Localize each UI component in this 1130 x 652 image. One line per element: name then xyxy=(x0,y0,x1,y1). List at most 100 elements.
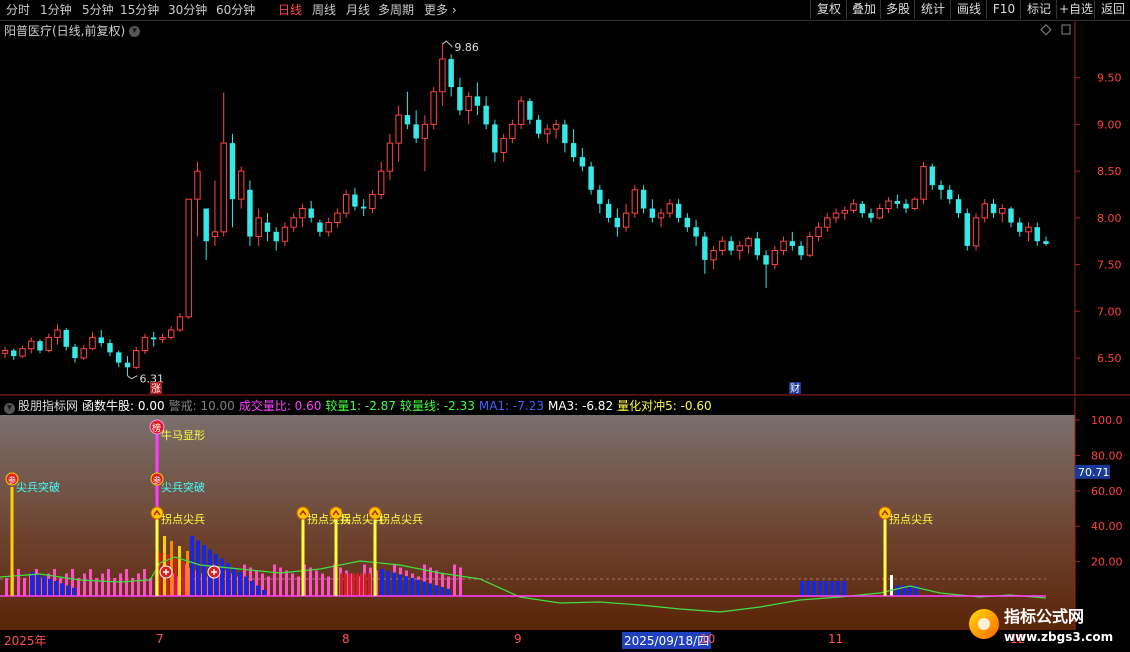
period-tab[interactable]: 周线 xyxy=(312,2,336,18)
signal-label: 尖兵突破 xyxy=(161,480,205,494)
volume-bar xyxy=(279,567,282,596)
indicator-value: 成交量比: 0.60 xyxy=(238,399,322,413)
candle-body xyxy=(885,200,892,210)
period-tab[interactable]: 30分钟 xyxy=(168,2,207,18)
candle-body xyxy=(255,217,262,238)
period-tab[interactable]: 分时 xyxy=(6,2,30,18)
indicator-name[interactable]: 股朋指标网 xyxy=(18,399,78,413)
volume-bar xyxy=(250,581,254,596)
indicator-tick-label: 60.00 xyxy=(1091,485,1123,498)
candle-body xyxy=(107,343,113,353)
chevron-right-icon: › xyxy=(448,3,457,17)
indicator-value: 较量线: -2.33 xyxy=(399,399,475,413)
period-tab[interactable]: 15分钟 xyxy=(120,2,159,18)
candle-body xyxy=(45,336,52,351)
date-label: 11 xyxy=(828,632,844,646)
candle-body xyxy=(185,198,192,318)
volume-bar xyxy=(422,581,426,596)
date-label: 9 xyxy=(514,632,522,646)
toolbar-button[interactable]: +自选 xyxy=(1056,0,1095,19)
toolbar-button[interactable]: 复权 xyxy=(810,0,847,19)
candle-body xyxy=(929,166,935,186)
signal-label: 拐点尖兵 xyxy=(161,512,205,526)
candle-body xyxy=(404,115,411,125)
indicator-tick-label: 40.00 xyxy=(1091,520,1123,533)
volume-bar xyxy=(66,585,70,596)
volume-bar xyxy=(174,558,177,596)
candle-body xyxy=(938,185,944,190)
indicator-header: ▾ 股朋指标网 函数牛股: 0.00 警戒: 10.00 成交量比: 0.60 较量1: … xyxy=(0,397,1075,415)
toolbar-button[interactable]: 统计 xyxy=(914,0,951,19)
signal-bar xyxy=(186,551,189,596)
volume-bar xyxy=(434,585,438,596)
date-cursor-label: 2025/09/18/四 xyxy=(622,632,712,649)
candle-body xyxy=(11,350,17,357)
volume-bar xyxy=(232,567,236,596)
candle-body xyxy=(439,58,446,93)
volume-bar xyxy=(824,581,828,596)
toolbar-button[interactable]: F10 xyxy=(986,0,1021,19)
volume-bar xyxy=(89,569,92,596)
volume-bar xyxy=(54,581,58,596)
volume-bar xyxy=(297,576,300,596)
stock-title-label: 阳普医疗(日线,前复权) xyxy=(4,24,126,38)
candle-body xyxy=(728,241,734,251)
toolbar-button[interactable]: 画线 xyxy=(950,0,987,19)
candle-body xyxy=(911,198,918,210)
volume-bar xyxy=(368,573,371,596)
candle-body xyxy=(176,316,184,331)
candle-body xyxy=(999,208,1006,214)
date-label: 8 xyxy=(342,632,350,646)
volume-bar xyxy=(17,569,20,596)
period-tab[interactable]: 多周期 xyxy=(378,2,414,18)
price-tick-label: 9.00 xyxy=(1097,118,1122,131)
period-tab[interactable]: 月线 xyxy=(346,2,370,18)
volume-bar xyxy=(321,573,324,596)
chevron-down-icon[interactable]: ▾ xyxy=(4,403,15,414)
period-tab[interactable]: 日线 xyxy=(278,2,302,18)
candle-body xyxy=(167,329,175,338)
period-tab[interactable]: 更多 › xyxy=(424,2,457,18)
candle-body xyxy=(457,87,463,111)
watermark-url: www.zbgs3.com xyxy=(1004,630,1113,644)
candle-body xyxy=(859,203,866,214)
candle-body xyxy=(832,212,840,219)
candle-body xyxy=(72,346,78,358)
volume-bar xyxy=(72,587,76,596)
candle-body xyxy=(237,170,245,200)
toolbar-button[interactable]: 标记 xyxy=(1020,0,1057,19)
candle-body xyxy=(474,96,481,106)
toolbar-button[interactable]: 返回 xyxy=(1094,0,1130,19)
candle-body xyxy=(841,209,849,214)
toolbar-button[interactable]: 多股 xyxy=(880,0,915,19)
chevron-down-icon[interactable]: ▾ xyxy=(129,26,141,37)
stock-title[interactable]: 阳普医疗(日线,前复权) ▾ xyxy=(4,22,141,39)
candle-body xyxy=(745,237,752,247)
current-value-label: 70.71 xyxy=(1078,466,1110,479)
volume-bar xyxy=(30,572,34,596)
volume-bar xyxy=(113,578,116,596)
date-axis: 2025年 7 8 9 2025/09/18/四 10 11 12 xyxy=(0,630,1130,650)
indicator-value: MA3: -6.82 xyxy=(547,399,614,413)
indicator-chart[interactable]: 100.0 80.00 60.00 40.00 20.00 70.71 榜 牛马显形参尖兵突破… xyxy=(0,397,1130,630)
period-tab[interactable]: 5分钟 xyxy=(82,2,114,18)
candle-body xyxy=(63,329,69,347)
volume-bar xyxy=(149,578,152,596)
candle-body xyxy=(815,226,822,238)
indicator-tick-label: 80.00 xyxy=(1091,449,1123,462)
candlestick-chart[interactable]: 9.509.008.508.007.507.006.509.866.31涨财 xyxy=(0,21,1130,396)
volume-bar xyxy=(137,573,140,596)
toolbar-button[interactable]: 叠加 xyxy=(846,0,881,19)
watermark-text: 指标公式网 xyxy=(1004,607,1084,626)
volume-bar xyxy=(404,576,408,596)
candle-body xyxy=(308,208,314,218)
candle-body xyxy=(981,203,988,219)
indicator-value: MA1: -7.23 xyxy=(478,399,544,413)
volume-bar xyxy=(60,583,64,596)
candle-body xyxy=(395,114,402,144)
period-tab[interactable]: 1分钟 xyxy=(40,2,72,18)
zhang-badge-label: 涨 xyxy=(151,383,161,395)
svg-text:参: 参 xyxy=(153,475,161,485)
period-tab[interactable]: 60分钟 xyxy=(216,2,255,18)
candle-body xyxy=(684,217,691,228)
